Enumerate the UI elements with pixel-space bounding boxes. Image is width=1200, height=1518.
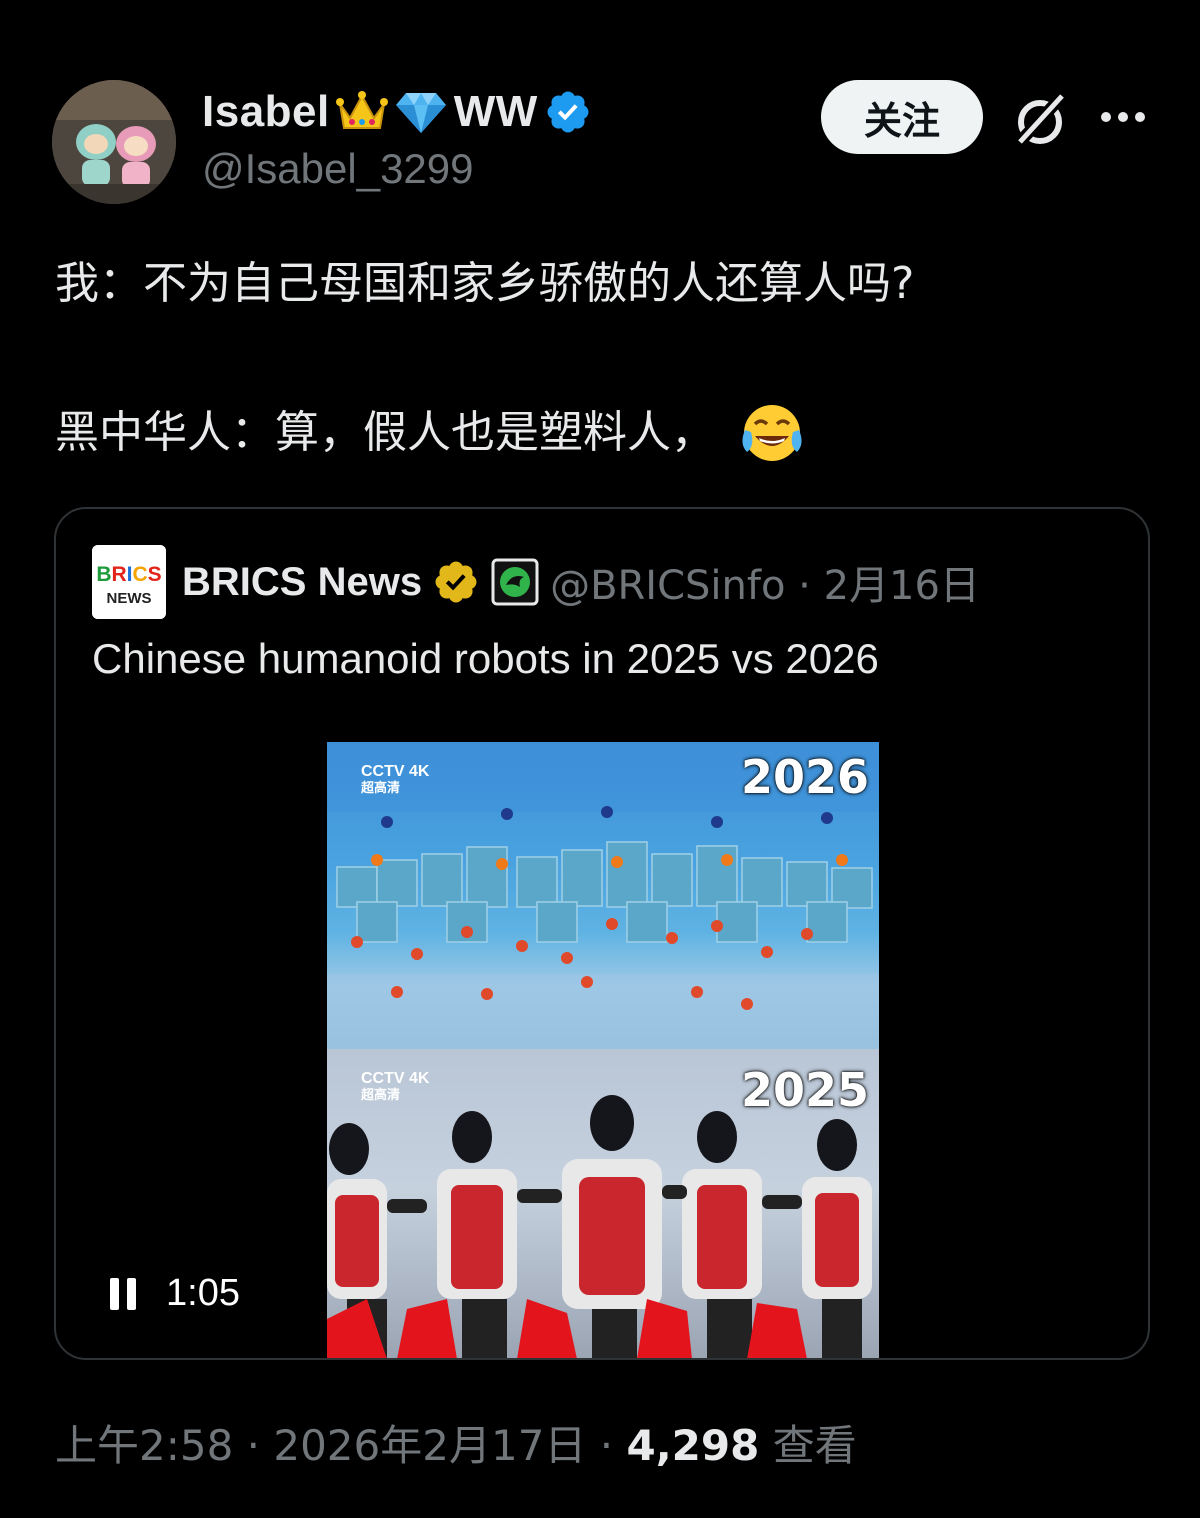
pause-icon[interactable] — [110, 1277, 136, 1310]
video-year-bottom: 2025 — [740, 1063, 869, 1117]
cctv-4k-logo-2025: CCTV 4K 超高清 — [361, 1071, 429, 1103]
verified-badge-icon — [547, 91, 589, 133]
quoted-handle-date[interactable]: @BRICSinfo · 2月16日 — [550, 553, 980, 611]
author-handle[interactable]: @Isabel_3299 — [202, 145, 474, 193]
brics-logo-letter: C — [133, 563, 148, 586]
post-meta: 上午2:58 · 2026年2月17日 · 4,298 查看 — [55, 1412, 857, 1473]
quoted-post-card[interactable]: BRICS NEWS BRICS News @BRICSinfo · 2月16日… — [54, 507, 1150, 1360]
brics-logo-letter: R — [111, 563, 126, 586]
video-frame-2026: CCTV 4K 超高清 2026 — [327, 742, 879, 1049]
author-avatar[interactable] — [52, 80, 176, 204]
crown-emoji-icon — [335, 91, 388, 129]
quoted-post-text: Chinese humanoid robots in 2025 vs 2026 — [92, 635, 879, 682]
brics-news-avatar[interactable]: BRICS NEWS — [92, 545, 166, 619]
quoted-post-header: BRICS NEWS BRICS News @BRICSinfo · 2月16日 — [92, 545, 980, 619]
affiliate-badge-icon — [491, 558, 539, 606]
post-timestamp[interactable]: 上午2:58 · 2026年2月17日 · — [55, 1421, 626, 1470]
video-year-top: 2026 — [740, 750, 869, 804]
gem-emoji-icon — [395, 93, 446, 133]
post-text-line-1: 我：不为自己母国和家乡骄傲的人还算人吗? — [55, 258, 915, 309]
cctv-channel-2025: CCTV 4K — [361, 1070, 430, 1087]
author-name-suffix[interactable]: WW — [454, 87, 538, 137]
follow-button[interactable]: 关注 — [821, 80, 983, 154]
cctv-channel-sub-2025: 超高清 — [361, 1087, 401, 1102]
post-text-line-2: 黑中华人：算，假人也是塑料人， — [55, 400, 1155, 466]
video-player[interactable]: CCTV 4K 超高清 2026 CCTV 4K 超高清 2025 — [327, 742, 879, 1358]
cctv-channel-sub: 超高清 — [361, 780, 401, 795]
video-frame-2025: CCTV 4K 超高清 2025 — [327, 1049, 879, 1358]
brics-logo-letter: S — [148, 563, 162, 586]
gold-verified-badge-icon — [435, 561, 477, 603]
view-count: 4,298 — [626, 1421, 760, 1470]
svg-text:BRICS: BRICS — [96, 563, 161, 586]
author-name-row[interactable]: Isabel WW — [202, 82, 592, 142]
video-duration: 1:05 — [166, 1272, 240, 1314]
brics-logo-letter: B — [96, 563, 111, 586]
grok-icon[interactable] — [1008, 88, 1072, 152]
more-options-icon[interactable] — [1098, 100, 1148, 134]
quoted-author-name[interactable]: BRICS News — [182, 560, 422, 605]
cctv-4k-logo: CCTV 4K 超高清 — [361, 764, 429, 796]
video-controls: 1:05 — [110, 1272, 240, 1315]
svg-text:NEWS: NEWS — [107, 590, 152, 607]
post-header: Isabel WW @Isabel_3299 关注 — [0, 0, 1200, 230]
cctv-channel: CCTV 4K — [361, 763, 430, 780]
tears-of-joy-emoji-icon — [742, 405, 802, 461]
post-text-line-2-text: 黑中华人：算，假人也是塑料人， — [55, 407, 715, 458]
views-label: 查看 — [759, 1421, 857, 1470]
author-name[interactable]: Isabel — [202, 87, 330, 137]
